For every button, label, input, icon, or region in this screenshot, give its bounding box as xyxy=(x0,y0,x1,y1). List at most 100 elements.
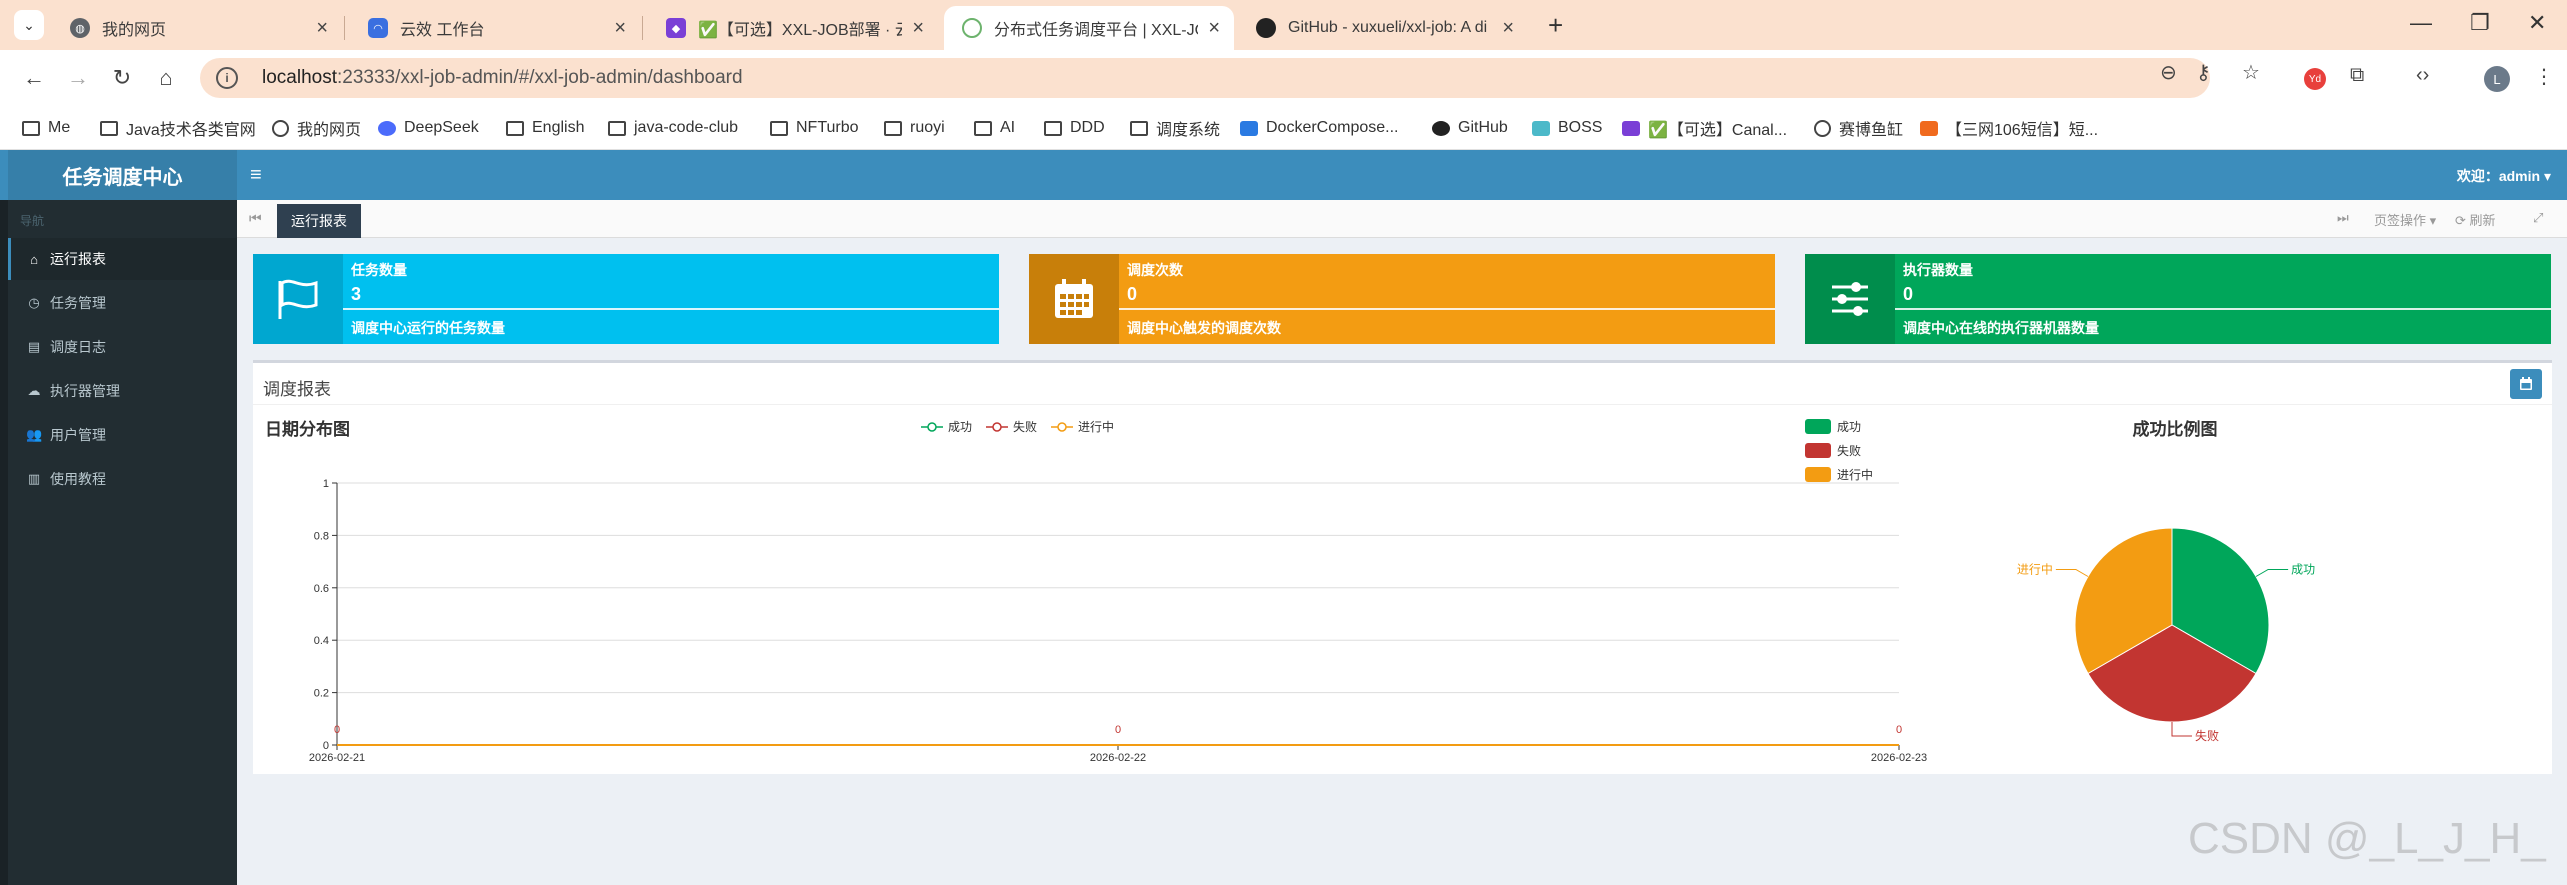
sidebar-item-logs[interactable]: ▤ 调度日志 xyxy=(8,326,237,368)
info-box-label: 调度次数 xyxy=(1127,262,1183,278)
minimize-button[interactable]: — xyxy=(2410,8,2432,38)
x-tick-label: 2026-02-23 xyxy=(1871,752,1927,764)
bookmark-item[interactable]: Me xyxy=(22,116,70,140)
arrow-right-icon: → xyxy=(67,65,89,90)
folder-icon xyxy=(884,120,902,136)
info-box-description: 调度中心触发的调度次数 xyxy=(1127,320,1281,336)
restore-button[interactable]: ❐ xyxy=(2470,8,2490,38)
bookmark-item[interactable]: AI xyxy=(974,116,1015,140)
sidebar-stripe xyxy=(0,200,8,885)
xxl-job-icon xyxy=(962,18,982,38)
devtools-icon[interactable]: ‹› xyxy=(2416,64,2429,87)
browser-tab-active[interactable]: 分布式任务调度平台 | XXL-JOB × xyxy=(944,6,1234,50)
bookmarks-bar: Me Java技术各类官网 我的网页 DeepSeek English java… xyxy=(0,106,2567,150)
x-tick-label: 2026-02-22 xyxy=(1090,752,1146,764)
y-tick-label: 0.4 xyxy=(314,635,329,647)
bookmark-item[interactable]: ruoyi xyxy=(884,116,945,140)
menu-toggle-icon[interactable]: ≡ xyxy=(250,164,262,187)
bookmark-item[interactable]: BOSS xyxy=(1532,116,1602,140)
back-button[interactable]: ← xyxy=(18,62,50,94)
browser-tab-2[interactable]: ◠ 云效 工作台 × xyxy=(350,6,640,50)
page-ops-dropdown[interactable]: 页签操作 ▾ xyxy=(2374,210,2436,229)
bookmark-item[interactable]: java-code-club xyxy=(608,116,738,140)
extensions-icon[interactable]: ⧉ xyxy=(2350,64,2364,87)
bookmark-item[interactable]: 赛博鱼缸 xyxy=(1814,116,1903,140)
legend-marker xyxy=(992,422,1002,432)
app-icon xyxy=(1622,120,1640,136)
tab-scroll-left-icon[interactable]: ⏮ xyxy=(249,210,262,227)
info-box-number: 3 xyxy=(351,284,362,304)
sidebar-item-users[interactable]: 👥 用户管理 xyxy=(8,414,237,456)
bookmark-item[interactable]: 调度系统 xyxy=(1130,116,1220,140)
bookmark-item[interactable]: ✅【可选】Canal... xyxy=(1622,116,1787,140)
clock-icon: ◷ xyxy=(28,295,40,310)
data-label: 0 xyxy=(334,724,340,736)
bookmark-item[interactable]: 我的网页 xyxy=(272,116,361,140)
star-icon[interactable]: ☆ xyxy=(2242,60,2260,85)
progress-bar xyxy=(1119,308,1775,310)
legend-swatch xyxy=(1805,419,1831,434)
site-info-icon[interactable]: i xyxy=(216,67,238,89)
reload-button[interactable]: ↻ xyxy=(106,62,138,94)
app-logo[interactable]: 任务调度中心 xyxy=(8,150,237,200)
new-tab-button[interactable]: + xyxy=(1548,10,1563,40)
bookmark-item[interactable]: GitHub xyxy=(1432,116,1508,140)
folder-icon xyxy=(506,120,524,136)
browser-tab-1[interactable]: ◍ 我的网页 × xyxy=(52,6,342,50)
home-icon: ⌂ xyxy=(159,65,173,90)
kebab-menu-icon[interactable]: ⋮ xyxy=(2534,64,2554,89)
y-tick-label: 0 xyxy=(323,740,329,752)
bookmark-item[interactable]: English xyxy=(506,116,584,140)
sidebar-item-executors[interactable]: ☁ 执行器管理 xyxy=(8,370,237,412)
github-icon xyxy=(1432,120,1450,136)
cloud-icon: ◠ xyxy=(368,18,388,38)
key-icon[interactable]: ⚷ xyxy=(2196,60,2211,85)
bookmark-item[interactable]: 【三网106短信】短... xyxy=(1920,116,2098,140)
close-icon[interactable]: × xyxy=(1502,17,1514,40)
address-bar[interactable]: i localhost:23333/xxl-job-admin/#/xxl-jo… xyxy=(200,58,2210,98)
watermark: CSDN @_L_J_H_ xyxy=(2188,814,2546,863)
data-label: 0 xyxy=(1115,724,1121,736)
tab-dashboard[interactable]: 运行报表 xyxy=(277,204,361,238)
fullscreen-icon[interactable]: ⤢ xyxy=(2533,210,2543,226)
sidebar-item-dashboard[interactable]: ⌂ 运行报表 xyxy=(8,238,237,280)
close-icon[interactable]: × xyxy=(912,17,924,40)
y-tick-label: 1 xyxy=(323,478,329,490)
close-icon[interactable]: × xyxy=(1208,17,1220,40)
info-box-body: 任务数量 3 调度中心运行的任务数量 xyxy=(343,254,999,344)
sidebar-item-jobs[interactable]: ◷ 任务管理 xyxy=(8,282,237,324)
bookmark-item[interactable]: DeepSeek xyxy=(378,116,479,140)
legend-label: 失败 xyxy=(1837,443,1861,458)
bookmark-item[interactable]: Java技术各类官网 xyxy=(100,116,256,140)
extension-icon[interactable]: Yd xyxy=(2304,68,2326,90)
bookmark-item[interactable]: DockerCompose... xyxy=(1240,116,1399,140)
deepseek-icon xyxy=(378,120,396,136)
bookmark-item[interactable]: NFTurbo xyxy=(770,116,859,140)
refresh-button[interactable]: ⟳ 刷新 xyxy=(2455,210,2496,229)
calendar-icon xyxy=(1029,254,1119,344)
close-icon[interactable]: × xyxy=(614,17,626,40)
home-icon: ⌂ xyxy=(30,251,38,267)
boss-icon xyxy=(1532,120,1550,136)
sidebar-item-help[interactable]: ▥ 使用教程 xyxy=(8,458,237,500)
profile-avatar[interactable]: L xyxy=(2484,66,2510,92)
bookmark-item[interactable]: DDD xyxy=(1044,116,1105,140)
app-header: 任务调度中心 ≡ 欢迎：admin ▾ xyxy=(0,150,2567,200)
minimize-icon: — xyxy=(2410,10,2432,35)
y-tick-label: 0.2 xyxy=(314,688,329,700)
close-window-button[interactable]: ✕ xyxy=(2528,8,2546,38)
close-icon[interactable]: × xyxy=(316,17,328,40)
tab-search-button[interactable]: ⌄ xyxy=(14,10,44,40)
user-menu[interactable]: 欢迎：admin ▾ xyxy=(2457,166,2551,186)
info-box-label: 任务数量 xyxy=(351,262,407,278)
restore-icon: ❐ xyxy=(2470,10,2490,35)
home-button[interactable]: ⌂ xyxy=(150,62,182,94)
browser-tab-3[interactable]: ◆ ✅【可选】XXL-JOB部署 · 云效 × xyxy=(648,6,938,50)
flag-icon xyxy=(253,254,343,344)
sidebar: 导航 ⌂ 运行报表 ◷ 任务管理 ▤ 调度日志 ☁ 执行器管理 👥 用户管理 ▥ 使用教程 xyxy=(0,200,237,885)
tab-scroll-right-icon[interactable]: ⏭ xyxy=(2337,210,2349,226)
zoom-icon[interactable]: ⊖ xyxy=(2160,60,2177,85)
browser-tab-5[interactable]: GitHub - xuxueli/xxl-job: A di × xyxy=(1238,6,1528,50)
forward-button[interactable]: → xyxy=(62,62,94,94)
browser-tab-strip: ⌄ ◍ 我的网页 × ◠ 云效 工作台 × ◆ ✅【可选】XXL-JOB部署 ·… xyxy=(0,0,2567,50)
